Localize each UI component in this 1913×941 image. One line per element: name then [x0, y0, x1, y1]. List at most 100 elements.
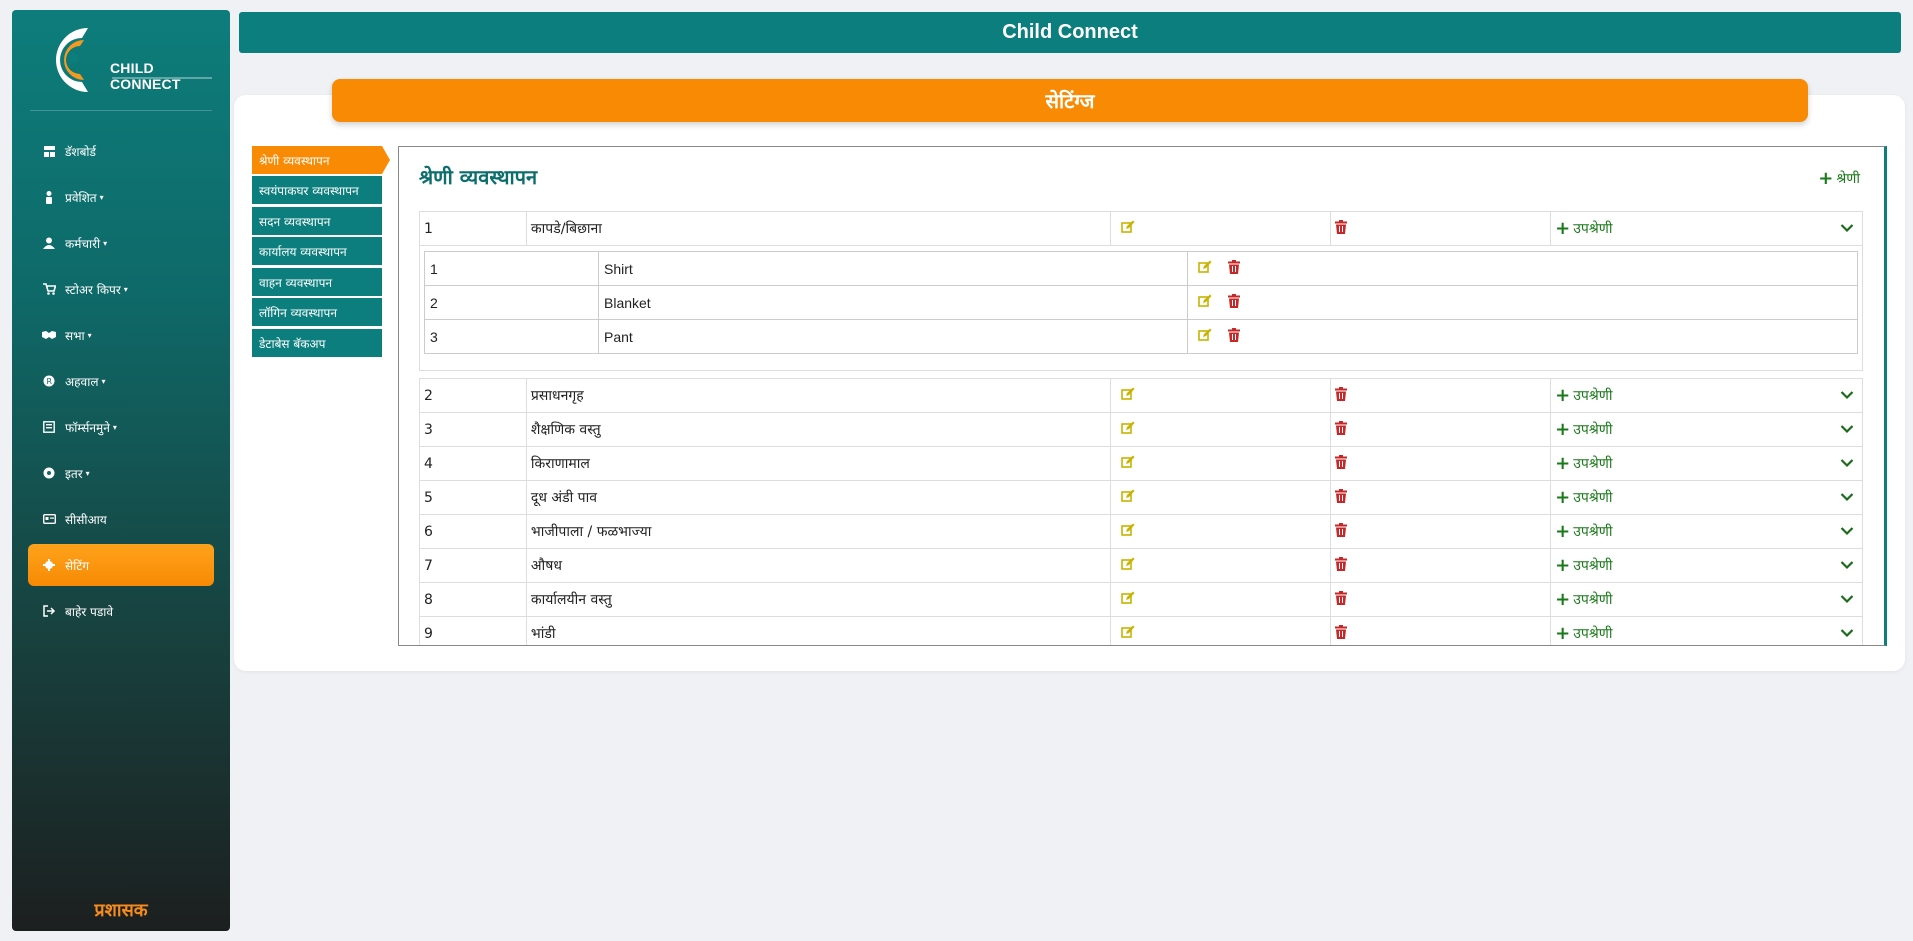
- trash-icon[interactable]: [1335, 488, 1348, 503]
- trash-icon[interactable]: [1335, 219, 1348, 234]
- page-title-text: सेटिंग्ज: [1045, 89, 1095, 113]
- sidebar-item-cci[interactable]: सीसीआय: [28, 498, 214, 540]
- chevron-down-icon[interactable]: [1840, 223, 1854, 233]
- subnav-database-backup[interactable]: डेटाबेस बॅकअप: [252, 329, 382, 357]
- chevron-down-icon[interactable]: [1840, 458, 1854, 468]
- add-subcategory-button[interactable]: + उपश्रेणी: [1555, 522, 1612, 541]
- sidebar-item-admitted[interactable]: प्रवेशित ▾: [28, 176, 214, 218]
- category-no: 7: [419, 548, 527, 583]
- chevron-down-icon[interactable]: [1840, 492, 1854, 502]
- edit-icon[interactable]: [1121, 421, 1135, 435]
- trash-icon[interactable]: [1335, 386, 1348, 401]
- category-no: 9: [419, 616, 527, 645]
- add-subcategory-label: उपश्रेणी: [1573, 422, 1613, 438]
- category-name: शैक्षणिक वस्तु: [525, 412, 1112, 447]
- delete-cell: [1330, 211, 1552, 246]
- trash-icon[interactable]: [1335, 624, 1348, 639]
- trash-icon[interactable]: [1335, 522, 1348, 537]
- table-row: 2 Blanket: [424, 285, 1858, 320]
- add-subcategory-button[interactable]: + उपश्रेणी: [1555, 556, 1612, 575]
- sidebar-item-settings[interactable]: सेटिंग: [28, 544, 214, 586]
- subcategory-cell: + उपश्रेणी: [1550, 446, 1813, 481]
- edit-cell: [1110, 616, 1332, 645]
- expand-cell: [1812, 616, 1864, 645]
- chevron-down-icon[interactable]: [1840, 628, 1854, 638]
- subcategory-container: 1 Shirt 2 Blanket 3 Pant: [419, 245, 1863, 371]
- trash-icon[interactable]: [1227, 260, 1240, 274]
- add-subcategory-button[interactable]: + उपश्रेणी: [1555, 420, 1612, 439]
- logo-text: CHILD CONNECT: [110, 60, 181, 92]
- trash-icon[interactable]: [1335, 454, 1348, 469]
- subnav-office-management[interactable]: कार्यालय व्यवस्थापन: [252, 237, 382, 265]
- edit-icon[interactable]: [1121, 591, 1135, 605]
- app-logo[interactable]: CHILD CONNECT: [38, 20, 212, 110]
- expand-cell: [1812, 412, 1864, 447]
- sidebar-item-forms[interactable]: फॉर्म्सनमुने ▾: [28, 406, 214, 448]
- chevron-down-icon[interactable]: [1840, 594, 1854, 604]
- sidebar-item-dashboard[interactable]: डॅशबोर्ड: [28, 130, 214, 172]
- delete-cell: [1330, 480, 1552, 515]
- sidebar-item-other[interactable]: इतर ▾: [28, 452, 214, 494]
- edit-icon[interactable]: [1198, 260, 1212, 274]
- plus-icon: +: [1555, 384, 1571, 406]
- add-subcategory-button[interactable]: + उपश्रेणी: [1555, 386, 1612, 405]
- edit-cell: [1110, 412, 1332, 447]
- subnav-house-management[interactable]: सदन व्यवस्थापन: [252, 207, 382, 235]
- edit-icon[interactable]: [1121, 523, 1135, 537]
- trash-icon[interactable]: [1227, 328, 1240, 342]
- add-subcategory-label: उपश्रेणी: [1573, 524, 1613, 540]
- sidebar-item-staff[interactable]: कर्मचारी ▾: [28, 222, 214, 264]
- trash-icon[interactable]: [1335, 556, 1348, 571]
- chevron-down-icon[interactable]: [1840, 560, 1854, 570]
- logout-icon: [42, 604, 56, 618]
- table-row: 1 कापडे/बिछाना + उपश्रेणी: [419, 211, 1864, 246]
- sidebar-item-meeting[interactable]: सभा ▾: [28, 314, 214, 356]
- other-icon: [42, 466, 56, 480]
- sidebar-item-reports[interactable]: R अहवाल ▾: [28, 360, 214, 402]
- table-row: 4 किराणामाल + उपश्रेणी: [419, 446, 1864, 481]
- trash-icon[interactable]: [1335, 420, 1348, 435]
- add-subcategory-button[interactable]: + उपश्रेणी: [1555, 219, 1612, 238]
- edit-icon[interactable]: [1198, 294, 1212, 308]
- sidebar-item-store-keeper[interactable]: स्टोअर किपर ▾: [28, 268, 214, 310]
- category-table: 2 प्रसाधनगृह + उपश्रेणी 3 शैक्षणिक वस्तु …: [419, 378, 1864, 645]
- sidebar-item-label: अहवाल: [65, 374, 99, 389]
- add-category-button[interactable]: + श्रेणी: [1818, 169, 1860, 188]
- sidebar-item-logout[interactable]: बाहेर पडावे: [28, 590, 214, 632]
- trash-icon[interactable]: [1335, 590, 1348, 605]
- edit-icon[interactable]: [1121, 489, 1135, 503]
- category-name: किराणामाल: [525, 446, 1112, 481]
- subnav-category-management[interactable]: श्रेणी व्यवस्थापन: [252, 146, 390, 174]
- edit-icon[interactable]: [1121, 387, 1135, 401]
- divider: [30, 110, 212, 111]
- chevron-down-icon[interactable]: [1840, 526, 1854, 536]
- edit-icon[interactable]: [1121, 557, 1135, 571]
- subcategory-name: Pant: [598, 319, 1188, 354]
- subnav-label: डेटाबेस बॅकअप: [259, 336, 326, 351]
- edit-icon[interactable]: [1121, 625, 1135, 639]
- edit-icon[interactable]: [1121, 455, 1135, 469]
- add-subcategory-button[interactable]: + उपश्रेणी: [1555, 624, 1612, 643]
- subnav-vehicle-management[interactable]: वाहन व्यवस्थापन: [252, 268, 382, 296]
- add-subcategory-label: उपश्रेणी: [1573, 388, 1613, 404]
- add-subcategory-button[interactable]: + उपश्रेणी: [1555, 590, 1612, 609]
- chevron-down-icon[interactable]: [1840, 424, 1854, 434]
- delete-cell: [1330, 616, 1552, 645]
- chevron-down-icon[interactable]: [1840, 390, 1854, 400]
- page-title: सेटिंग्ज: [332, 79, 1808, 122]
- gear-icon: [42, 558, 56, 572]
- edit-icon[interactable]: [1121, 220, 1135, 234]
- expand-cell: [1812, 582, 1864, 617]
- trash-icon[interactable]: [1227, 294, 1240, 308]
- subnav-login-management[interactable]: लॉगिन व्यवस्थापन: [252, 298, 382, 326]
- subcategory-cell: + उपश्रेणी: [1550, 514, 1813, 549]
- delete-cell: [1330, 412, 1552, 447]
- subnav-label: वाहन व्यवस्थापन: [259, 275, 333, 290]
- subnav-kitchen-management[interactable]: स्वयंपाकघर व्यवस्थापन: [252, 176, 382, 204]
- subcategory-no: 1: [424, 251, 599, 286]
- add-subcategory-button[interactable]: + उपश्रेणी: [1555, 488, 1612, 507]
- delete-cell: [1330, 548, 1552, 583]
- add-subcategory-button[interactable]: + उपश्रेणी: [1555, 454, 1612, 473]
- plus-icon: +: [1555, 520, 1571, 542]
- edit-icon[interactable]: [1198, 328, 1212, 342]
